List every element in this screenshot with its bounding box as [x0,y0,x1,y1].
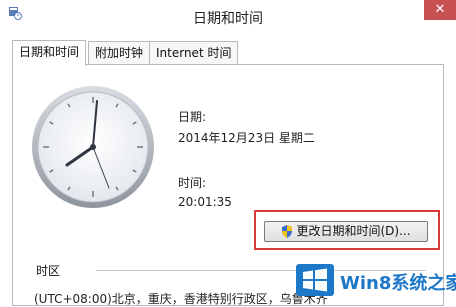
timezone-label: 时区 [36,264,61,278]
tab-internet-time[interactable]: Internet 时间 [149,41,239,65]
date-value: 2014年12月23日 星期二 [178,131,315,145]
watermark-text: Win8系统之家 [340,273,456,294]
change-date-time-label: 更改日期和时间(D)... [296,224,411,238]
analog-clock [32,86,154,208]
close-icon: ✕ [434,2,446,17]
windows-logo-icon [296,264,334,296]
tab-date-time[interactable]: 日期和时间 [12,40,87,66]
title-bar: 日期和时间 ✕ [0,0,456,36]
tab-additional-clocks[interactable]: 附加时钟 [88,41,151,65]
uac-shield-icon [282,225,293,238]
watermark: Win8系统之家 [296,262,456,299]
time-label: 时间: [178,176,207,190]
window-title: 日期和时间 [193,11,263,27]
time-value: 20:01:35 [178,195,232,209]
close-button[interactable]: ✕ [424,0,456,20]
date-label: 日期: [178,110,207,124]
change-date-time-button[interactable]: 更改日期和时间(D)... [264,221,428,242]
